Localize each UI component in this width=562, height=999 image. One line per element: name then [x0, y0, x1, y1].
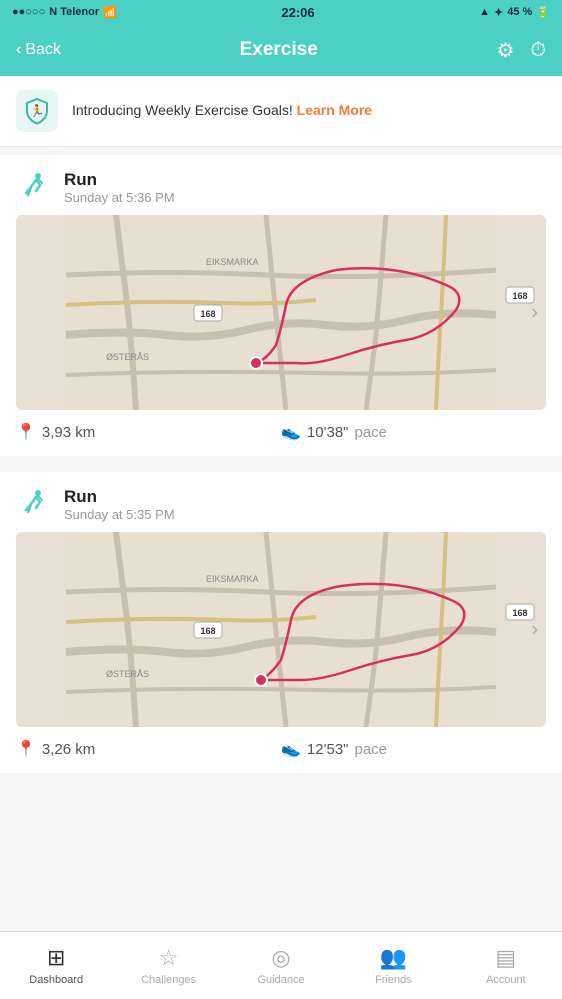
- nav-icons: ⚙ ⏱: [496, 38, 546, 63]
- dashboard-icon: ⊞: [47, 945, 65, 971]
- svg-text:ØSTERÅS: ØSTERÅS: [106, 352, 149, 362]
- status-time: 22:06: [281, 5, 314, 20]
- map-svg-1: EIKSMARKA ØSTERÅS 168 168: [16, 215, 546, 410]
- account-icon: ▤: [495, 945, 516, 971]
- map-svg-2: EIKSMARKA ØSTERÅS 168 168: [16, 532, 546, 727]
- friends-icon: 👥: [380, 945, 407, 971]
- shoe-icon-2: 👟: [281, 739, 301, 759]
- back-chevron-icon: ‹: [16, 41, 21, 59]
- map-chevron-1[interactable]: ›: [531, 301, 538, 324]
- exercise-title-2: Run: [64, 487, 175, 507]
- tab-dashboard-label: Dashboard: [29, 974, 83, 986]
- distance-value-1: 3,93 km: [42, 424, 95, 441]
- pace-label-2: pace: [354, 741, 387, 758]
- stopwatch-icon[interactable]: ⏱: [530, 39, 546, 62]
- exercise-stats-2: 📍 3,26 km 👟 12'53" pace: [0, 727, 562, 759]
- tab-challenges-label: Challenges: [141, 974, 196, 986]
- guidance-icon: ◎: [271, 945, 290, 971]
- pace-label-1: pace: [354, 424, 387, 441]
- top-nav: ‹ Back Exercise ⚙ ⏱: [0, 24, 562, 76]
- gps-icon: ▲: [479, 6, 490, 18]
- exercise-header-1: Run Sunday at 5:36 PM: [0, 155, 562, 215]
- run-icon-2: [16, 486, 52, 522]
- map-chevron-2[interactable]: ›: [531, 618, 538, 641]
- tab-guidance-label: Guidance: [257, 974, 304, 986]
- exercise-goals-icon: 🏃: [16, 90, 58, 132]
- exercise-time-2: Sunday at 5:35 PM: [64, 507, 175, 522]
- svg-text:168: 168: [200, 626, 215, 636]
- svg-text:168: 168: [512, 608, 527, 618]
- tab-dashboard[interactable]: ⊞ Dashboard: [0, 932, 112, 999]
- promo-text: Introducing Weekly Exercise Goals! Learn…: [72, 101, 372, 121]
- carrier-name: N Telenor: [49, 6, 99, 18]
- promo-main-text: Introducing Weekly Exercise Goals!: [72, 102, 293, 118]
- back-button[interactable]: ‹ Back: [16, 41, 61, 59]
- divider-2: [0, 464, 562, 472]
- svg-text:168: 168: [512, 291, 527, 301]
- run-icon-1: [16, 169, 52, 205]
- tab-bar: ⊞ Dashboard ☆ Challenges ◎ Guidance 👥 Fr…: [0, 931, 562, 999]
- tab-friends-label: Friends: [375, 974, 412, 986]
- tab-guidance[interactable]: ◎ Guidance: [225, 932, 337, 999]
- tab-challenges[interactable]: ☆ Challenges: [112, 932, 224, 999]
- exercise-header-2: Run Sunday at 5:35 PM: [0, 472, 562, 532]
- exercise-info-1: Run Sunday at 5:36 PM: [64, 170, 175, 205]
- tab-friends[interactable]: 👥 Friends: [337, 932, 449, 999]
- pace-stat-1: 👟 10'38" pace: [281, 422, 546, 442]
- svg-text:ØSTERÅS: ØSTERÅS: [106, 669, 149, 679]
- exercise-title-1: Run: [64, 170, 175, 190]
- page-title: Exercise: [240, 39, 318, 61]
- pace-value-1: 10'38": [307, 424, 349, 441]
- location-icon-1: 📍: [16, 422, 36, 442]
- status-right: ▲ ✦ 45 % 🔋: [479, 6, 550, 19]
- promo-banner: 🏃 Introducing Weekly Exercise Goals! Lea…: [0, 76, 562, 147]
- distance-value-2: 3,26 km: [42, 741, 95, 758]
- content-area: 🏃 Introducing Weekly Exercise Goals! Lea…: [0, 76, 562, 931]
- location-icon-2: 📍: [16, 739, 36, 759]
- exercise-card-1: Run Sunday at 5:36 PM EIKSMARKA: [0, 155, 562, 456]
- back-label: Back: [25, 41, 61, 59]
- svg-text:🏃: 🏃: [30, 104, 45, 118]
- tab-account[interactable]: ▤ Account: [450, 932, 562, 999]
- battery-icon: 🔋: [536, 6, 550, 19]
- shoe-icon-1: 👟: [281, 422, 301, 442]
- status-left: ●●○○○ N Telenor 📶: [12, 6, 117, 19]
- exercise-time-1: Sunday at 5:36 PM: [64, 190, 175, 205]
- svg-text:EIKSMARKA: EIKSMARKA: [206, 574, 259, 584]
- map-container-1[interactable]: EIKSMARKA ØSTERÅS 168 168 ›: [16, 215, 546, 410]
- shield-run-icon: 🏃: [23, 97, 51, 125]
- challenges-icon: ☆: [159, 945, 179, 971]
- svg-text:EIKSMARKA: EIKSMARKA: [206, 257, 259, 267]
- pace-stat-2: 👟 12'53" pace: [281, 739, 546, 759]
- battery-level: 45 %: [507, 6, 532, 18]
- tab-account-label: Account: [486, 974, 526, 986]
- settings-icon[interactable]: ⚙: [496, 38, 514, 63]
- bluetooth-icon: ✦: [494, 6, 503, 19]
- signal-dots: ●●○○○: [12, 6, 45, 18]
- exercise-card-2: Run Sunday at 5:35 PM EIKSMARKA ØSTERÅS …: [0, 472, 562, 773]
- divider-1: [0, 147, 562, 155]
- exercise-stats-1: 📍 3,93 km 👟 10'38" pace: [0, 410, 562, 442]
- distance-stat-1: 📍 3,93 km: [16, 422, 281, 442]
- pace-value-2: 12'53": [307, 741, 349, 758]
- wifi-icon: 📶: [103, 6, 117, 19]
- distance-stat-2: 📍 3,26 km: [16, 739, 281, 759]
- learn-more-link[interactable]: Learn More: [297, 102, 372, 118]
- exercise-info-2: Run Sunday at 5:35 PM: [64, 487, 175, 522]
- svg-text:168: 168: [200, 309, 215, 319]
- map-container-2[interactable]: EIKSMARKA ØSTERÅS 168 168 ›: [16, 532, 546, 727]
- status-bar: ●●○○○ N Telenor 📶 22:06 ▲ ✦ 45 % 🔋: [0, 0, 562, 24]
